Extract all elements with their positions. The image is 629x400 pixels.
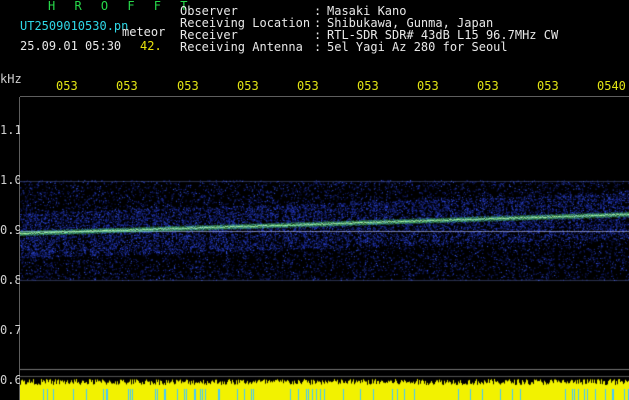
spectrogram-canvas (20, 97, 629, 400)
hrofft-screen: H R O F F T UT2509010530.pn meteor 25.09… (0, 0, 629, 400)
spectrogram (20, 97, 629, 400)
